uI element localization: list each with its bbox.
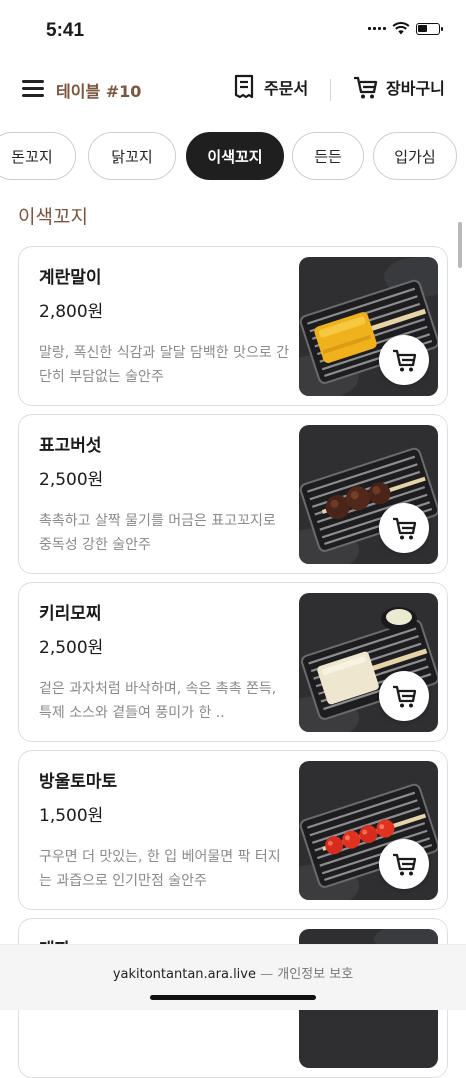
tab-pork-skewer[interactable]: 돈꼬지	[0, 132, 76, 180]
item-name: 표고버섯	[39, 436, 102, 456]
cart-button[interactable]: 장바구니	[352, 74, 445, 100]
cart-icon	[393, 349, 417, 372]
item-name: 방울토마토	[39, 772, 118, 792]
order-sheet-button[interactable]: 주문서	[232, 74, 308, 100]
home-indicator[interactable]	[150, 995, 316, 1000]
wifi-icon	[392, 22, 410, 35]
table-label: 테이블 #10	[56, 82, 142, 101]
status-time: 5:41	[46, 20, 85, 41]
separator: —	[260, 967, 274, 982]
cart-icon	[393, 517, 417, 540]
privacy-label: 개인정보 보호	[277, 967, 354, 982]
menu-item-card[interactable]: 표고버섯 2,500원 촉촉하고 살짝 물기를 머금은 표고꼬지로 중독성 강한…	[18, 414, 448, 574]
section-title: 이색꼬지	[18, 206, 88, 228]
item-name: 키리모찌	[39, 604, 102, 624]
item-description: 촉촉하고 살짝 물기를 머금은 표고꼬지로 중독성 강한 술안주	[39, 513, 276, 553]
hamburger-menu-icon[interactable]	[22, 80, 44, 97]
item-name: 계란말이	[39, 268, 102, 288]
site-domain: yakitontantan.ara.live	[112, 967, 256, 982]
item-description: 말랑, 폭신한 식감과 달달 담백한 맛으로 간단히 부담없는 술안주	[39, 345, 290, 385]
item-description: 겉은 과자처럼 바삭하며, 속은 촉촉 쫀득, 특제 소스와 곁들여 풍미가 한…	[39, 681, 277, 721]
tab-special-skewer[interactable]: 이색꼬지	[186, 132, 284, 180]
add-to-cart-button[interactable]	[379, 671, 429, 721]
item-description: 구우면 더 맛있는, 한 입 베어물면 팍 터지는 과즙으로 인기만점 술안주	[39, 849, 281, 889]
receipt-icon	[234, 74, 254, 99]
add-to-cart-button[interactable]	[379, 335, 429, 385]
add-to-cart-button[interactable]	[379, 839, 429, 889]
item-price: 2,500원	[39, 638, 104, 658]
tab-chicken-skewer[interactable]: 닭꼬지	[88, 132, 176, 180]
cart-icon	[393, 685, 417, 708]
item-price: 2,800원	[39, 302, 104, 322]
tab-palate-cleanser[interactable]: 입가심	[373, 132, 457, 180]
add-to-cart-button[interactable]	[379, 503, 429, 553]
category-tabs: 돈꼬지 닭꼬지 이색꼬지 든든 입가심	[0, 132, 466, 184]
header-divider	[330, 79, 331, 101]
browser-bottom-bar: yakitontantan.ara.live — 개인정보 보호	[0, 944, 466, 1010]
url-bar[interactable]: yakitontantan.ara.live — 개인정보 보호	[0, 963, 466, 982]
menu-item-card[interactable]: 키리모찌 2,500원 겉은 과자처럼 바삭하며, 속은 촉촉 쫀득, 특제 소…	[18, 582, 448, 742]
cart-label: 장바구니	[386, 79, 445, 98]
menu-item-card[interactable]: 계란말이 2,800원 말랑, 폭신한 식감과 달달 담백한 맛으로 간단히 부…	[18, 246, 448, 406]
item-price: 2,500원	[39, 470, 104, 490]
tab-hearty[interactable]: 든든	[292, 132, 364, 180]
scrollbar[interactable]	[458, 222, 462, 268]
battery-icon	[416, 22, 443, 35]
item-price: 1,500원	[39, 806, 104, 826]
cart-icon	[354, 76, 378, 99]
menu-item-card[interactable]: 방울토마토 1,500원 구우면 더 맛있는, 한 입 베어물면 팍 터지는 과…	[18, 750, 448, 910]
order-sheet-label: 주문서	[264, 79, 309, 98]
cart-icon	[393, 853, 417, 876]
header: 테이블 #10 주문서 장바구니	[0, 62, 466, 118]
status-icons	[368, 22, 443, 35]
status-bar: 5:41	[0, 0, 466, 60]
signal-icon	[368, 27, 386, 30]
